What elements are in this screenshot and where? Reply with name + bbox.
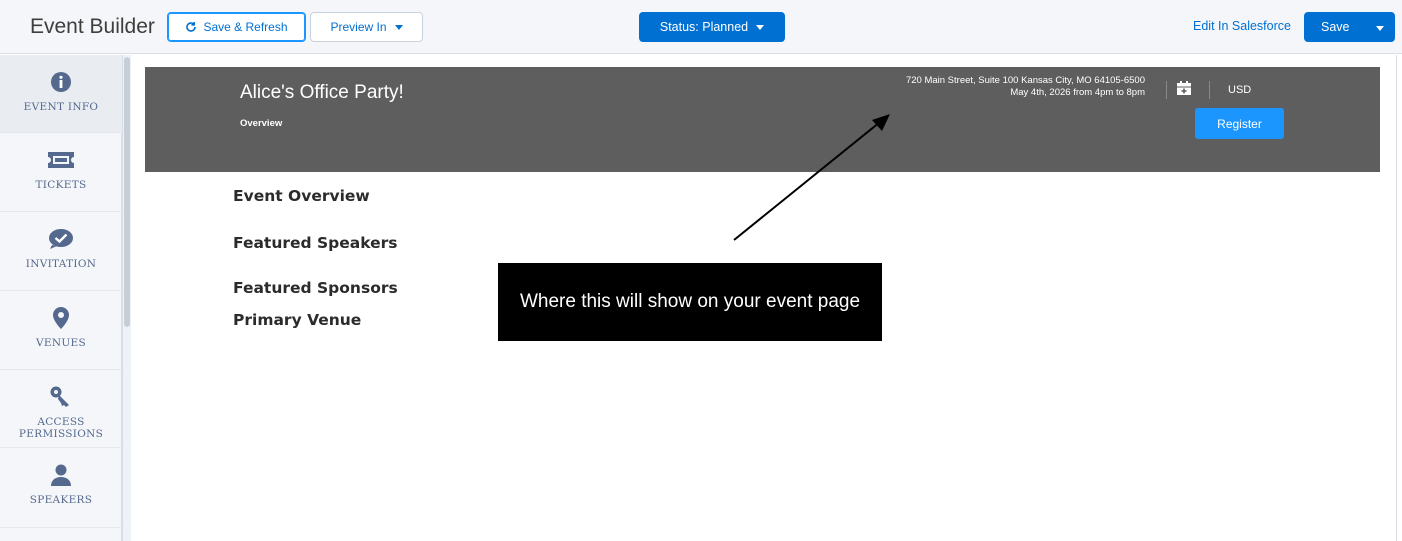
sidebar: EVENT INFO TICKETS INVITATION VENUES ACC… <box>0 55 122 541</box>
sidebar-item-label: EVENT INFO <box>23 101 99 113</box>
register-button[interactable]: Register <box>1195 108 1284 139</box>
sidebar-item-venues[interactable]: VENUES <box>0 291 122 370</box>
currency-label: USD <box>1228 84 1252 96</box>
sidebar-item-invitation[interactable]: INVITATION <box>0 212 122 291</box>
status-label: Status: Planned <box>659 20 749 34</box>
section-event-overview[interactable]: Event Overview <box>233 187 370 205</box>
event-title: Alice's Office Party! <box>240 82 404 103</box>
sidebar-item-label: SPEAKERS <box>29 494 93 506</box>
save-refresh-label: Save & Refresh <box>203 20 288 34</box>
chevron-down-icon[interactable] <box>1376 26 1384 31</box>
chevron-down-icon <box>394 24 403 30</box>
sidebar-item-access-permissions[interactable]: ACCESS PERMISSIONS <box>0 370 122 448</box>
user-icon <box>49 462 73 488</box>
add-to-calendar-icon[interactable] <box>1176 80 1192 101</box>
annotation-callout: Where this will show on your event page <box>498 263 882 341</box>
save-refresh-button[interactable]: Save & Refresh <box>167 12 306 42</box>
toolbar: Event Builder Save & Refresh Preview In … <box>0 0 1402 54</box>
key-icon <box>49 384 73 410</box>
sidebar-item-label: TICKETS <box>35 179 87 191</box>
sidebar-item-label: VENUES <box>36 337 86 349</box>
divider <box>1209 81 1210 99</box>
event-location-date: 720 Main Street, Suite 100 Kansas City, … <box>906 75 1145 99</box>
event-address: 720 Main Street, Suite 100 Kansas City, … <box>905 75 1145 86</box>
section-featured-speakers[interactable]: Featured Speakers <box>233 234 398 252</box>
ticket-icon <box>47 147 75 173</box>
event-header-banner: Alice's Office Party! Overview 720 Main … <box>145 67 1380 172</box>
save-label: Save <box>1321 20 1350 34</box>
status-dropdown[interactable]: Status: Planned <box>639 12 785 42</box>
edit-in-salesforce-link[interactable]: Edit In Salesforce <box>1193 19 1291 33</box>
sidebar-item-event-info[interactable]: EVENT INFO <box>0 55 122 133</box>
section-primary-venue[interactable]: Primary Venue <box>233 311 361 329</box>
divider <box>1166 81 1167 99</box>
scrollbar-thumb[interactable] <box>124 57 130 327</box>
sidebar-item-tickets[interactable]: TICKETS <box>0 133 122 212</box>
section-featured-sponsors[interactable]: Featured Sponsors <box>233 279 398 297</box>
sidebar-item-label: INVITATION <box>25 258 97 270</box>
sidebar-scrollbar[interactable] <box>122 55 131 541</box>
map-pin-icon <box>51 305 71 331</box>
chevron-down-icon <box>756 24 765 30</box>
check-bubble-icon <box>48 226 74 252</box>
sidebar-item-speakers[interactable]: SPEAKERS <box>0 448 122 528</box>
preview-in-label: Preview In <box>330 20 387 34</box>
preview-in-dropdown[interactable]: Preview In <box>310 12 423 42</box>
sidebar-item-label: ACCESS PERMISSIONS <box>18 416 104 440</box>
refresh-icon <box>186 22 197 32</box>
info-icon <box>50 69 72 95</box>
tab-overview[interactable]: Overview <box>240 118 282 129</box>
save-button[interactable]: Save <box>1304 12 1395 42</box>
app-title: Event Builder <box>30 15 155 38</box>
event-date: May 4th, 2026 from 4pm to 8pm <box>1010 87 1145 98</box>
